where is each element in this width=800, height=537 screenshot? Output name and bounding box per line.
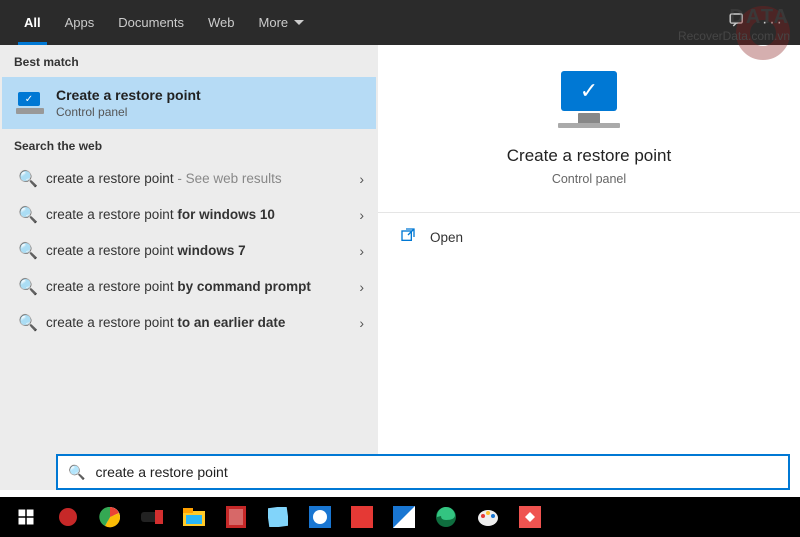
taskbar-app-red-square[interactable] [342, 497, 382, 537]
search-icon: 🔍 [18, 205, 34, 225]
search-icon: 🔍 [68, 464, 85, 481]
search-web-label: Search the web [0, 129, 378, 161]
chevron-right-icon: › [359, 171, 364, 187]
preview-pane: ✓ Create a restore point Control panel O… [378, 45, 800, 490]
search-icon: 🔍 [18, 169, 34, 189]
taskbar-app-anydesk[interactable] [510, 497, 550, 537]
chevron-right-icon: › [359, 279, 364, 295]
web-result[interactable]: 🔍 create a restore point by command prom… [0, 269, 378, 305]
search-icon: 🔍 [18, 313, 34, 333]
chevron-right-icon: › [359, 315, 364, 331]
taskbar-app-circle-blue[interactable] [300, 497, 340, 537]
tab-apps[interactable]: Apps [53, 0, 107, 45]
tab-more[interactable]: More [247, 15, 317, 30]
search-icon: 🔍 [18, 277, 34, 297]
taskbar-app-notepad[interactable] [258, 497, 298, 537]
chevron-right-icon: › [359, 207, 364, 223]
results-list: Best match ✓ Create a restore point Cont… [0, 45, 378, 490]
best-match-subtitle: Control panel [56, 105, 201, 119]
search-results-panel: Best match ✓ Create a restore point Cont… [0, 45, 800, 490]
web-result[interactable]: 🔍 create a restore point windows 7 › [0, 233, 378, 269]
preview-icon: ✓ [378, 71, 800, 128]
feedback-icon[interactable] [728, 11, 746, 34]
control-panel-monitor-icon: ✓ [16, 92, 44, 114]
open-label: Open [430, 230, 463, 245]
best-match-title: Create a restore point [56, 87, 201, 103]
web-result[interactable]: 🔍 create a restore point to an earlier d… [0, 305, 378, 341]
taskbar-app-explorer[interactable] [174, 497, 214, 537]
best-match-result[interactable]: ✓ Create a restore point Control panel [2, 77, 376, 129]
web-result[interactable]: 🔍 create a restore point for windows 10 … [0, 197, 378, 233]
search-query-text: create a restore point [95, 464, 227, 480]
chevron-right-icon: › [359, 243, 364, 259]
web-result[interactable]: 🔍 create a restore point - See web resul… [0, 161, 378, 197]
taskbar-app-paint[interactable] [468, 497, 508, 537]
start-button[interactable] [6, 497, 46, 537]
taskbar [0, 497, 800, 537]
search-icon: 🔍 [18, 241, 34, 261]
tab-all[interactable]: All [12, 0, 53, 45]
taskbar-app-usb[interactable] [132, 497, 172, 537]
preview-subtitle: Control panel [378, 172, 800, 186]
preview-title: Create a restore point [378, 146, 800, 166]
taskbar-app-chrome[interactable] [90, 497, 130, 537]
more-options-icon[interactable]: ··· [762, 14, 784, 32]
best-match-label: Best match [0, 45, 378, 77]
tab-web[interactable]: Web [196, 0, 247, 45]
taskbar-app-diagonal[interactable] [384, 497, 424, 537]
open-action[interactable]: Open [378, 213, 800, 262]
tab-documents[interactable]: Documents [106, 0, 196, 45]
web-results-list: 🔍 create a restore point - See web resul… [0, 161, 378, 341]
search-scope-tabs: All Apps Documents Web More ··· [0, 0, 800, 45]
taskbar-app-huawei[interactable] [48, 497, 88, 537]
taskbar-app-pdf[interactable] [216, 497, 256, 537]
taskbar-app-edge[interactable] [426, 497, 466, 537]
search-input[interactable]: 🔍 create a restore point [56, 454, 790, 490]
open-icon [400, 227, 416, 248]
chevron-down-icon [294, 20, 304, 25]
